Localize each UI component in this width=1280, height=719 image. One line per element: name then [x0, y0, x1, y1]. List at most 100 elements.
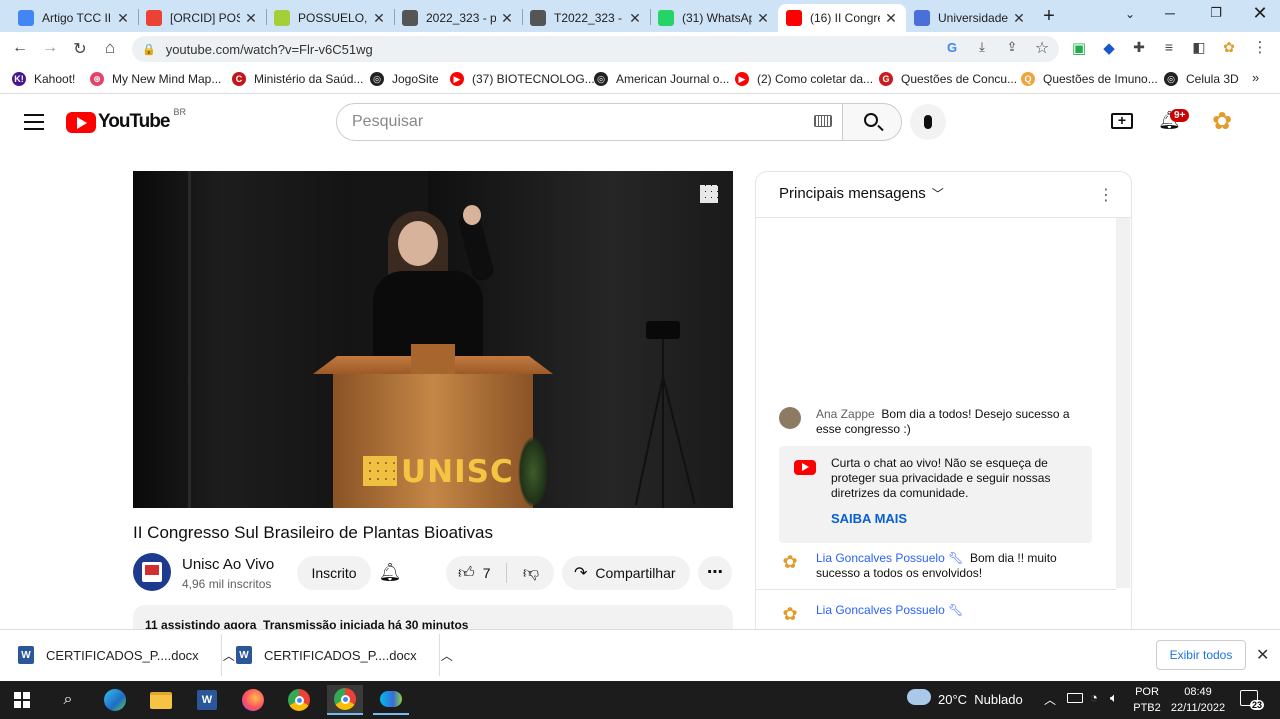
- channel-avatar[interactable]: [133, 553, 171, 591]
- firefox-icon[interactable]: [235, 685, 271, 715]
- bookmark-item[interactable]: ◎ American Journal o...: [594, 70, 729, 88]
- browser-tab[interactable]: T2022_323 - p ✕: [522, 4, 650, 32]
- more-bookmarks-icon[interactable]: »: [1252, 70, 1259, 85]
- profile-avatar-icon[interactable]: ✿: [1219, 39, 1239, 56]
- video-grid-icon[interactable]: [700, 185, 718, 203]
- close-tab-icon[interactable]: ✕: [884, 10, 898, 27]
- bookmark-item[interactable]: Q Questões de Imuno...: [1021, 70, 1158, 88]
- video-player[interactable]: UNISC: [133, 171, 733, 508]
- media-control-icon[interactable]: ≡: [1159, 39, 1179, 55]
- notification-settings-icon[interactable]: 🔔︎: [378, 562, 402, 584]
- wifi-icon[interactable]: ◔: [1090, 690, 1098, 705]
- clock-date[interactable]: 22/11/2022: [1166, 702, 1230, 714]
- bookmark-item[interactable]: G Questões de Concu...: [879, 70, 1017, 88]
- chevron-up-icon[interactable]: ︿: [223, 647, 235, 664]
- weather-icon[interactable]: [907, 689, 931, 705]
- browser-tab[interactable]: POSSUELO, LI ✕: [266, 4, 394, 32]
- chat-author[interactable]: Lia Goncalves Possuelo: [816, 603, 945, 617]
- close-window-button[interactable]: ✕: [1250, 3, 1270, 23]
- share-page-icon[interactable]: ⇪: [1002, 39, 1022, 55]
- chevron-up-icon[interactable]: ︿: [441, 647, 453, 664]
- back-icon[interactable]: ←: [10, 39, 30, 57]
- address-bar[interactable]: 🔒 youtube.com/watch?v=Flr-v6C51wg: [132, 36, 1059, 62]
- minimize-button[interactable]: ─: [1160, 5, 1180, 25]
- bookmark-item[interactable]: ⊕ My New Mind Map...: [90, 70, 221, 88]
- voice-search-button[interactable]: [910, 104, 946, 140]
- bookmark-item[interactable]: C Ministério da Saúd...: [232, 70, 363, 88]
- side-panel-icon[interactable]: ◧: [1189, 39, 1209, 56]
- guide-menu-icon[interactable]: [24, 113, 44, 130]
- lock-icon: 🔒: [142, 43, 156, 56]
- forward-icon[interactable]: →: [40, 39, 60, 57]
- learn-more-link[interactable]: SAIBA MAIS: [831, 511, 907, 526]
- tab-separator: [138, 9, 139, 25]
- chat-menu-icon[interactable]: ⋮: [1098, 185, 1114, 205]
- browser-menu-icon[interactable]: ⋮: [1250, 38, 1270, 56]
- chrome-profile-icon[interactable]: [327, 685, 363, 715]
- extensions-puzzle-icon[interactable]: ✚: [1129, 39, 1149, 56]
- like-button[interactable]: 👍︎ 7: [446, 556, 504, 590]
- close-tab-icon[interactable]: ✕: [1012, 10, 1026, 27]
- bookmark-item[interactable]: ◎ Celula 3D: [1164, 70, 1239, 88]
- file-explorer-icon[interactable]: [143, 685, 179, 715]
- share-button[interactable]: ↷ Compartilhar: [562, 556, 690, 590]
- tab-search-icon[interactable]: ⌄: [1122, 7, 1138, 23]
- close-downloads-icon[interactable]: ✕: [1256, 645, 1269, 665]
- close-tab-icon[interactable]: ✕: [372, 10, 386, 27]
- show-all-downloads-button[interactable]: Exibir todos: [1156, 640, 1246, 670]
- browser-tab[interactable]: Artigo TCC II ✕: [10, 4, 138, 32]
- windows-start-icon[interactable]: [4, 685, 40, 715]
- browser-tab[interactable]: (16) II Congre ✕: [778, 4, 906, 32]
- reload-icon[interactable]: ↻: [70, 39, 90, 59]
- download-item[interactable]: W CERTIFICADOS_P....docx ︿: [18, 646, 235, 664]
- keyboard-icon[interactable]: [814, 115, 832, 127]
- channel-name[interactable]: Unisc Ao Vivo: [182, 556, 274, 573]
- edge-icon[interactable]: [97, 685, 133, 715]
- chat-mode-dropdown[interactable]: Principais mensagens ﹀: [779, 185, 944, 202]
- bookmark-item[interactable]: ▶ (37) BIOTECNOLOG...: [450, 70, 595, 88]
- browser-tab[interactable]: 2022_323 - p ✕: [394, 4, 522, 32]
- browser-tab[interactable]: [ORCID] POSS ✕: [138, 4, 266, 32]
- close-tab-icon[interactable]: ✕: [756, 10, 770, 27]
- create-video-icon[interactable]: +: [1111, 113, 1133, 129]
- webex-icon[interactable]: [373, 685, 409, 715]
- chat-author[interactable]: Lia Goncalves Possuelo: [816, 551, 945, 565]
- system-tray-chevron-icon[interactable]: ︿: [1044, 691, 1056, 708]
- close-tab-icon[interactable]: ✕: [500, 10, 514, 27]
- install-app-icon[interactable]: ⤓: [972, 39, 992, 55]
- chat-scrollbar[interactable]: [1116, 218, 1130, 588]
- extension-green-icon[interactable]: ▣: [1069, 39, 1089, 57]
- video-title: II Congresso Sul Brasileiro de Plantas B…: [133, 523, 494, 542]
- youtube-logo[interactable]: YouTube BR: [66, 107, 186, 133]
- more-actions-button[interactable]: ⋯: [698, 556, 732, 590]
- subscribe-button[interactable]: Inscrito: [297, 556, 371, 590]
- bookmark-item[interactable]: ◎ JogoSite: [370, 70, 439, 88]
- chrome-icon[interactable]: [281, 685, 317, 715]
- close-tab-icon[interactable]: ✕: [244, 10, 258, 27]
- restore-button[interactable]: ❐: [1206, 5, 1226, 25]
- input-language[interactable]: POR: [1132, 686, 1162, 698]
- new-tab-button[interactable]: +: [1038, 6, 1060, 28]
- search-taskbar-icon[interactable]: ⌕: [50, 685, 86, 715]
- search-input[interactable]: Pesquisar: [336, 103, 843, 141]
- word-icon[interactable]: W: [189, 685, 225, 715]
- bookmark-item[interactable]: ▶ (2) Como coletar da...: [735, 70, 873, 88]
- account-avatar[interactable]: ✿: [1207, 108, 1237, 136]
- close-tab-icon[interactable]: ✕: [628, 10, 642, 27]
- clock-time[interactable]: 08:49: [1166, 686, 1230, 698]
- home-icon[interactable]: ⌂: [100, 38, 120, 58]
- dislike-button[interactable]: 👎︎: [508, 556, 554, 590]
- bookmark-star-icon[interactable]: ☆: [1032, 38, 1052, 58]
- bookmark-item[interactable]: K! Kahoot!: [12, 70, 75, 88]
- search-button[interactable]: [842, 103, 902, 141]
- extension-blue-icon[interactable]: ◆: [1099, 39, 1119, 57]
- volume-icon[interactable]: 🔈︎: [1110, 690, 1118, 706]
- browser-tab[interactable]: Universidade ✕: [906, 4, 1034, 32]
- weather-text[interactable]: 20°C Nublado: [938, 692, 1023, 707]
- battery-icon[interactable]: [1067, 693, 1083, 703]
- browser-tab[interactable]: (31) WhatsAp ✕: [650, 4, 778, 32]
- download-item[interactable]: W CERTIFICADOS_P....docx ︿: [236, 646, 453, 664]
- google-lens-icon[interactable]: G: [942, 40, 962, 55]
- chat-author[interactable]: Ana Zappe: [816, 407, 875, 421]
- close-tab-icon[interactable]: ✕: [116, 10, 130, 27]
